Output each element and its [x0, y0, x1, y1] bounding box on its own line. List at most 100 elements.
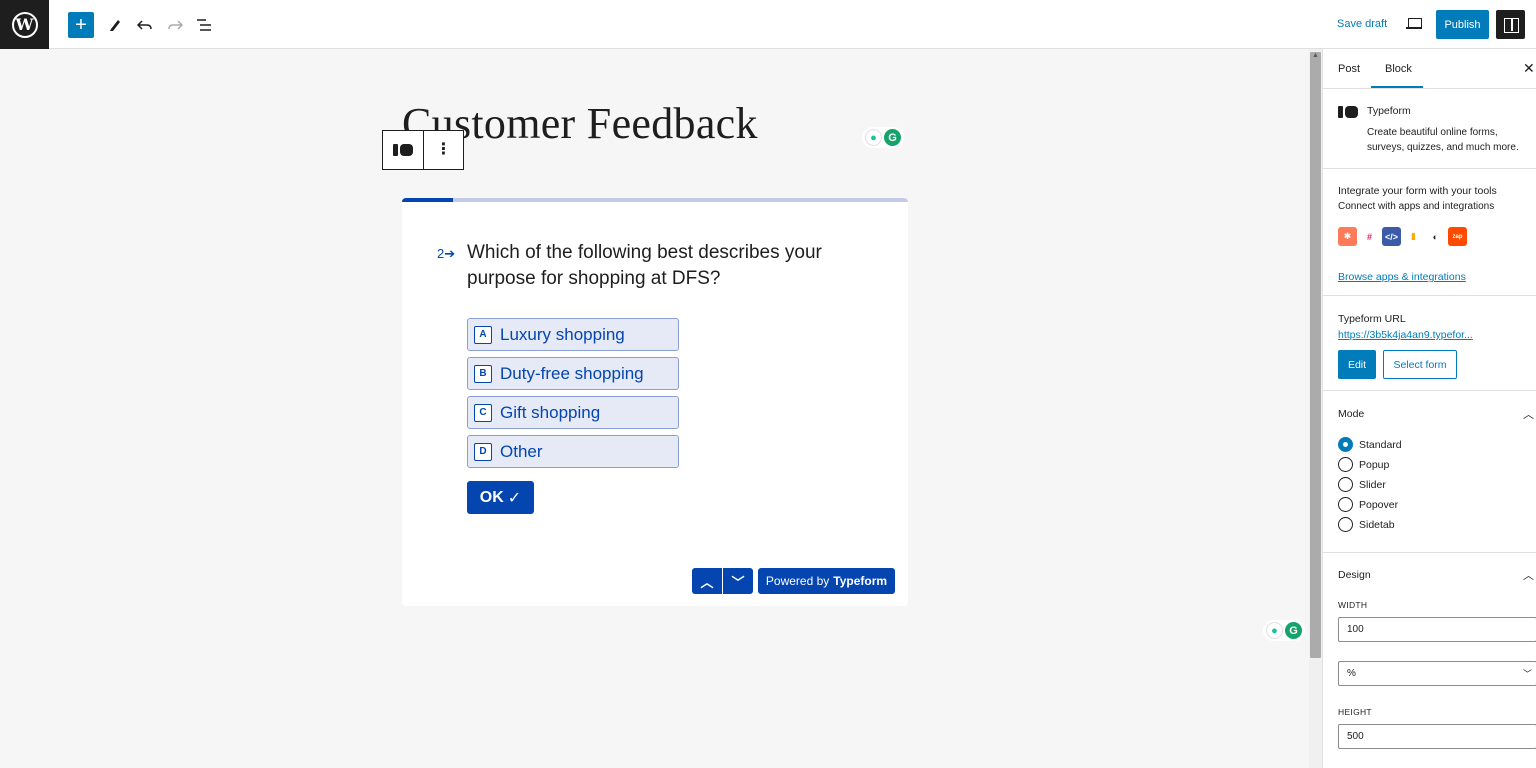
choice-option[interactable]: D Other — [467, 435, 679, 468]
radio-button[interactable] — [1338, 497, 1353, 512]
integrations-subtitle: Connect with apps and integrations — [1338, 201, 1495, 212]
publish-button[interactable]: Publish — [1436, 10, 1489, 39]
choice-key: C — [474, 403, 492, 422]
tab-post[interactable]: Post — [1338, 63, 1360, 75]
typeform-brand: Typeform — [833, 574, 888, 588]
mode-title[interactable]: Mode — [1338, 408, 1364, 420]
more-options-icon: ⋮ — [435, 141, 452, 158]
hubspot-icon[interactable]: ✱ — [1338, 227, 1357, 246]
chevron-down-icon: ﹀ — [731, 574, 745, 590]
radio-button[interactable] — [1338, 457, 1353, 472]
settings-toggle-button[interactable] — [1496, 10, 1525, 39]
width-label: WIDTH — [1338, 600, 1368, 610]
width-input[interactable]: 100 — [1338, 617, 1536, 642]
choice-key: B — [474, 364, 492, 383]
grammarly-widget[interactable]: ● G — [862, 127, 904, 148]
choice-label: Gift shopping — [500, 402, 601, 422]
editor-top-bar: W + Save draft Publish — [0, 0, 1536, 49]
choice-option[interactable]: C Gift shopping — [467, 396, 679, 429]
undo-button[interactable] — [132, 12, 158, 38]
ok-label: OK — [479, 488, 504, 506]
typeform-icon — [392, 144, 413, 156]
bulb-icon[interactable]: ● — [865, 129, 882, 146]
document-overview-button[interactable] — [191, 12, 217, 38]
powered-by-typeform-link[interactable]: Powered by Typeform — [758, 568, 895, 594]
previous-question-button[interactable]: ︿ — [692, 568, 722, 594]
browse-integrations-link[interactable]: Browse apps & integrations — [1338, 271, 1466, 283]
typeform-icon — [1338, 106, 1358, 118]
choice-key: A — [474, 325, 492, 344]
radio-label: Sidetab — [1359, 518, 1395, 531]
mode-radio-standard[interactable]: Standard — [1338, 437, 1402, 452]
design-panel: Design ︿ WIDTH 100 % ﹀ HEIGHT 500 — [1323, 553, 1536, 768]
typeform-url-title: Typeform URL — [1338, 313, 1406, 325]
canvas-scrollbar-thumb[interactable] — [1310, 52, 1321, 658]
add-block-button[interactable]: + — [68, 12, 94, 38]
mode-panel: Mode ︿ Standard Popup Slider Popover Sid… — [1323, 391, 1536, 553]
arrow-right-icon: ➔ — [444, 246, 456, 261]
choice-label: Luxury shopping — [500, 324, 625, 344]
mode-radio-slider[interactable]: Slider — [1338, 477, 1386, 492]
zapier-icon[interactable]: zap — [1448, 227, 1467, 246]
width-value: 100 — [1347, 624, 1364, 635]
preview-button[interactable] — [1404, 14, 1426, 34]
integration-icons: ✱ # </> ▮ ◐ zap — [1338, 227, 1467, 246]
chevron-up-icon[interactable]: ︿ — [1523, 406, 1534, 422]
sidebar-tabs: Post Block ✕ — [1323, 49, 1536, 89]
typeform-embed[interactable]: 2➔ Which of the following best describes… — [402, 198, 908, 606]
bulb-icon[interactable]: ● — [1266, 622, 1283, 639]
typeform-url-link[interactable]: https://3b5k4ja4an9.typefor... — [1338, 329, 1473, 341]
block-type-button[interactable] — [383, 131, 423, 169]
radio-label: Standard — [1359, 438, 1402, 451]
width-unit-select[interactable]: % ﹀ — [1338, 661, 1536, 686]
block-card: Typeform Create beautiful online forms, … — [1323, 89, 1536, 169]
scroll-up-arrow-icon[interactable]: ▲ — [1311, 52, 1320, 61]
chevron-up-icon[interactable]: ︿ — [1523, 567, 1534, 583]
grammarly-icon[interactable]: G — [884, 129, 901, 146]
choice-option[interactable]: B Duty-free shopping — [467, 357, 679, 390]
redo-button[interactable] — [162, 12, 188, 38]
design-title[interactable]: Design — [1338, 569, 1371, 581]
wordpress-logo-button[interactable]: W — [0, 0, 49, 49]
ok-button[interactable]: OK ✓ — [467, 481, 534, 514]
mode-radio-popup[interactable]: Popup — [1338, 457, 1389, 472]
block-toolbar: ⋮ — [382, 130, 464, 170]
grammarly-widget-secondary[interactable]: ● G — [1263, 620, 1305, 641]
mailchimp-icon[interactable]: ◐ — [1426, 227, 1445, 246]
grammarly-icon[interactable]: G — [1285, 622, 1302, 639]
radio-label: Popover — [1359, 498, 1399, 511]
choice-option[interactable]: A Luxury shopping — [467, 318, 679, 351]
save-draft-button[interactable]: Save draft — [1337, 18, 1387, 30]
block-options-button[interactable]: ⋮ — [422, 131, 463, 169]
checkmark-icon: ✓ — [507, 489, 522, 507]
list-view-icon — [197, 19, 211, 31]
radio-button[interactable] — [1338, 517, 1353, 532]
radio-label: Slider — [1359, 478, 1386, 491]
active-tab-indicator — [1371, 86, 1423, 88]
slack-icon[interactable]: # — [1360, 227, 1379, 246]
mode-radio-popover[interactable]: Popover — [1338, 497, 1398, 512]
edit-form-button[interactable]: Edit — [1338, 350, 1376, 379]
undo-icon — [137, 20, 152, 30]
analytics-icon[interactable]: ▮ — [1404, 227, 1423, 246]
integrations-panel: Integrate your form with your tools Conn… — [1323, 169, 1536, 296]
radio-button[interactable] — [1338, 477, 1353, 492]
height-label: HEIGHT — [1338, 707, 1372, 717]
settings-sidebar: Post Block ✕ Typeform Create beautiful o… — [1322, 49, 1536, 768]
chevron-down-icon: ﹀ — [1522, 669, 1532, 679]
radio-button[interactable] — [1338, 437, 1353, 452]
tab-block[interactable]: Block — [1385, 63, 1412, 75]
form-progress-fill — [402, 198, 453, 202]
select-form-button[interactable]: Select form — [1383, 350, 1457, 379]
code-embed-icon[interactable]: </> — [1382, 227, 1401, 246]
pencil-icon — [110, 20, 120, 31]
choice-label: Other — [500, 441, 543, 461]
mode-radio-sidetab[interactable]: Sidetab — [1338, 517, 1395, 532]
close-icon[interactable]: ✕ — [1523, 60, 1535, 77]
width-unit-value: % — [1347, 668, 1356, 679]
next-question-button[interactable]: ﹀ — [723, 568, 753, 594]
height-input[interactable]: 500 — [1338, 724, 1536, 749]
choice-key: D — [474, 442, 492, 461]
tools-button[interactable] — [102, 12, 128, 38]
question-text: Which of the following best describes yo… — [467, 242, 822, 289]
